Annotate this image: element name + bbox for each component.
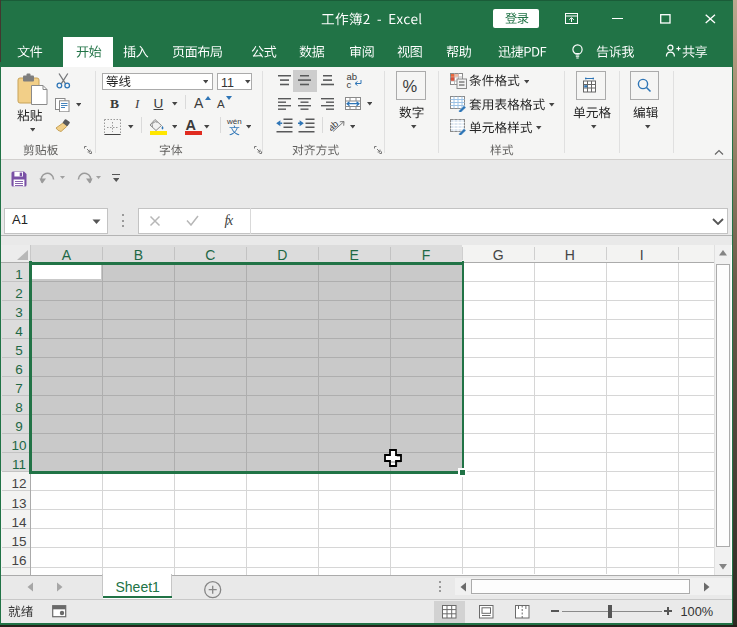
svg-text:ab: ab	[330, 118, 340, 133]
